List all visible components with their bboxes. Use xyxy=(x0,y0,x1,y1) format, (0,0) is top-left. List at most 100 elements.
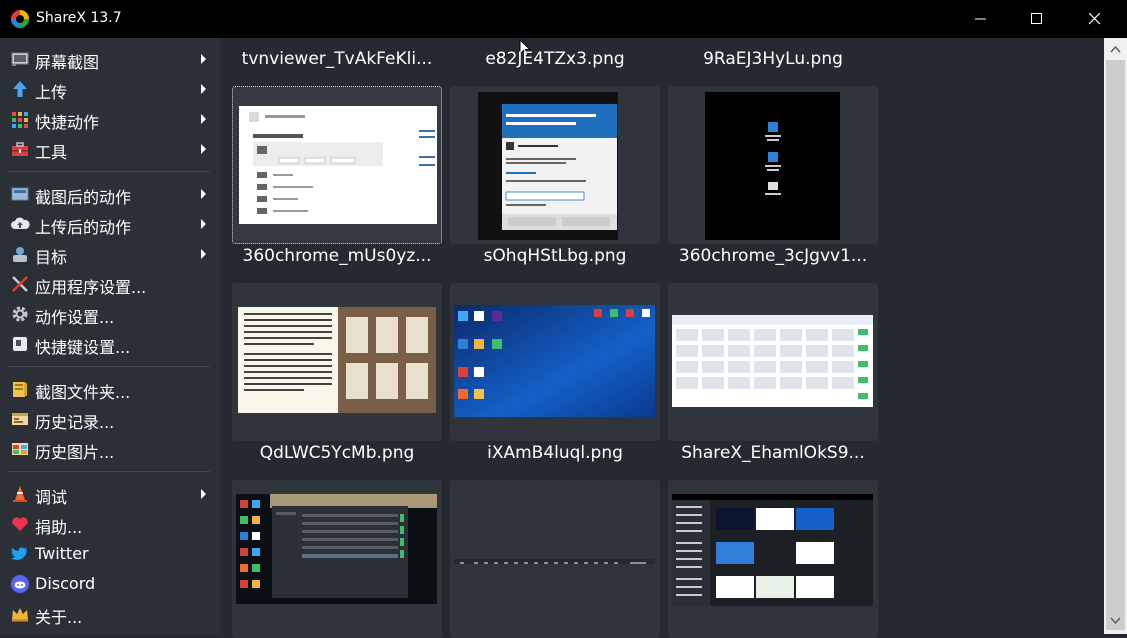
twitter-icon xyxy=(10,547,28,560)
thumbnail-frame[interactable] xyxy=(232,86,442,244)
menu-item-destinations[interactable]: 目标 xyxy=(0,239,220,269)
thumbnail-image xyxy=(236,494,437,604)
menu-item-capture[interactable]: 屏幕截图 xyxy=(0,44,220,74)
thumbnail-image xyxy=(478,92,618,240)
menu-item-label: 关于... xyxy=(35,608,83,627)
thumbnail-frame[interactable] xyxy=(668,283,878,441)
menu-item-donate[interactable]: 捐助... xyxy=(0,509,220,539)
screen-capture-icon xyxy=(11,52,29,66)
blue-desktop-preview xyxy=(454,305,655,417)
menu-item-debug[interactable]: 调试 xyxy=(0,479,220,509)
thumbnail-frame[interactable] xyxy=(450,86,660,244)
menu-item-label: 快捷动作 xyxy=(35,113,100,132)
menu-item-upload[interactable]: 上传 xyxy=(0,74,220,104)
menu-item-discord[interactable]: Discord xyxy=(0,569,220,599)
menu-item-label: Twitter xyxy=(35,544,89,563)
menu-item-label: 调试 xyxy=(35,488,68,507)
menu-item-label: 工具 xyxy=(35,143,68,162)
submenu-arrow-icon xyxy=(201,189,206,199)
thumbnail-frame[interactable] xyxy=(232,480,442,638)
thumbnail-image xyxy=(454,554,655,564)
menu-item-label: 动作设置... xyxy=(35,308,115,327)
menu-item-image-history[interactable]: 历史图片... xyxy=(0,434,220,464)
submenu-arrow-icon xyxy=(201,249,206,259)
thumbnail-frame[interactable] xyxy=(668,480,878,638)
thumbnail-title: 360chrome_3cJgvv1... xyxy=(678,246,868,266)
thumbnail-title: iXAmB4luql.png xyxy=(487,443,623,463)
menu-item-label: 截图文件夹... xyxy=(35,383,131,402)
minimize-icon xyxy=(975,18,986,20)
submenu-arrow-icon xyxy=(201,489,206,499)
menu-item-history[interactable]: 历史记录... xyxy=(0,404,220,434)
thumbnail-image xyxy=(705,92,840,240)
submenu-arrow-icon xyxy=(201,144,206,154)
minimize-button[interactable] xyxy=(958,0,1004,38)
thumbnail-image xyxy=(672,494,873,606)
thumbnail-frame[interactable] xyxy=(450,480,660,638)
thumbnail-image xyxy=(238,307,436,413)
menu-item-label: 应用程序设置... xyxy=(35,278,147,297)
menu-separator xyxy=(8,171,210,172)
thumbnail-title: 9RaEJ3HyLu.png xyxy=(703,49,843,69)
scroll-down-arrow-icon[interactable] xyxy=(1110,617,1121,625)
upload-arrow-icon xyxy=(13,81,27,97)
crown-icon xyxy=(12,608,28,622)
heart-icon xyxy=(12,517,28,531)
menu-item-label: 历史图片... xyxy=(35,443,115,462)
menu-item-twitter[interactable]: Twitter xyxy=(0,539,220,569)
uac-dialog-preview xyxy=(478,92,618,240)
menu-item-label: 上传后的动作 xyxy=(35,218,132,237)
submenu-arrow-icon xyxy=(201,114,206,124)
window-title: ShareX 13.7 xyxy=(36,10,122,26)
discord-icon xyxy=(11,575,29,593)
menu-item-label: 目标 xyxy=(35,248,68,267)
menu-item-label: 上传 xyxy=(35,83,68,102)
wrench-screwdriver-icon xyxy=(12,276,28,292)
thumbnail-frame[interactable] xyxy=(232,283,442,441)
submenu-arrow-icon xyxy=(201,54,206,64)
dark-taskbar-preview xyxy=(454,559,655,564)
thumbnail-frame[interactable] xyxy=(450,283,660,441)
dark-icons-preview xyxy=(705,92,840,240)
document-page-preview xyxy=(238,307,436,413)
thumbnail-title: QdLWC5YcMb.png xyxy=(259,443,415,463)
desktop-window-preview xyxy=(236,494,437,604)
menu-item-workflows[interactable]: 快捷动作 xyxy=(0,104,220,134)
menu-item-screenshots-folder[interactable]: 截图文件夹... xyxy=(0,374,220,404)
thumbnail-frame[interactable] xyxy=(668,86,878,244)
menu-item-about[interactable]: 关于... xyxy=(0,599,220,629)
scroll-up-arrow-icon[interactable] xyxy=(1110,45,1121,53)
thumbnail-image xyxy=(672,315,873,407)
title-bar: ShareX 13.7 xyxy=(0,0,1127,38)
folder-icon xyxy=(13,382,27,397)
menu-item-label: 历史记录... xyxy=(35,413,115,432)
close-icon xyxy=(1089,13,1101,25)
menu-item-task-settings[interactable]: 动作设置... xyxy=(0,299,220,329)
thumbnail-title: e82JE4TZx3.png xyxy=(485,49,625,69)
maximize-icon xyxy=(1031,13,1042,24)
menu-item-hotkey-settings[interactable]: 快捷键设置... xyxy=(0,329,220,359)
thumbnail-title: 360chrome_mUs0yz... xyxy=(242,246,432,266)
submenu-arrow-icon xyxy=(201,219,206,229)
menu-separator xyxy=(8,471,210,472)
menu-item-app-settings[interactable]: 应用程序设置... xyxy=(0,269,220,299)
menu-item-tools[interactable]: 工具 xyxy=(0,134,220,164)
toolbox-icon xyxy=(12,142,28,156)
maximize-button[interactable] xyxy=(1014,0,1060,38)
close-button[interactable] xyxy=(1072,0,1118,38)
cloud-upload-icon xyxy=(11,217,30,229)
after-capture-icon xyxy=(11,187,29,201)
image-history-icon xyxy=(12,443,28,455)
menu-item-after-upload[interactable]: 上传后的动作 xyxy=(0,209,220,239)
thumbnail-image xyxy=(239,106,437,224)
scrollbar-thumb[interactable] xyxy=(1106,60,1125,630)
menu-item-label: 屏幕截图 xyxy=(35,53,100,72)
thumbnail-image xyxy=(454,305,655,417)
destination-icon xyxy=(13,247,27,262)
menu-item-after-capture[interactable]: 截图后的动作 xyxy=(0,179,220,209)
main-menu: 屏幕截图 上传 快捷动作 工具 截图后的动作 上传后的动作 目标 应用程序设置.… xyxy=(0,38,220,634)
sharex-window-preview xyxy=(672,494,873,606)
sharex-logo-icon xyxy=(11,10,29,28)
submenu-arrow-icon xyxy=(201,84,206,94)
menu-item-label: 快捷键设置... xyxy=(35,338,131,357)
